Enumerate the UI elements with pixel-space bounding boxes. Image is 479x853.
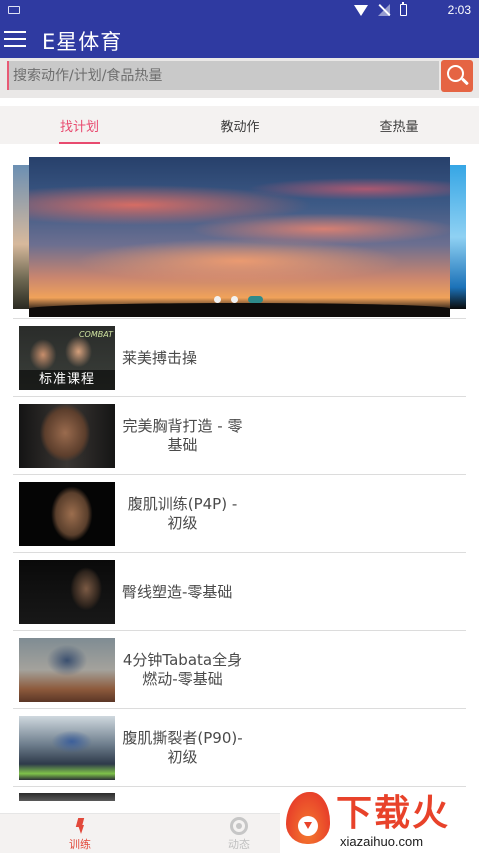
hamburger-menu-icon[interactable] bbox=[4, 28, 28, 50]
plan-thumbnail: COMBAT 标准课程 bbox=[19, 326, 115, 390]
battery-icon bbox=[400, 2, 407, 16]
list-item[interactable]: 臀线塑造-零基础 bbox=[13, 552, 466, 630]
status-icons bbox=[354, 2, 407, 16]
list-item[interactable]: 完美胸背打造 - 零基础 bbox=[13, 396, 466, 474]
watermark-logo: 下载火 xiazaihuo.com bbox=[280, 788, 479, 853]
plan-thumbnail bbox=[19, 482, 115, 546]
banner-prev-slide bbox=[13, 165, 30, 309]
list-item[interactable]: 腹肌撕裂者(P90)-初级 bbox=[13, 708, 466, 786]
nav-item-feed[interactable]: 动态 bbox=[199, 814, 279, 853]
plan-title: 腹肌训练(P4P) - 初级 bbox=[127, 495, 238, 532]
plan-title: 完美胸背打造 - 零基础 bbox=[122, 417, 243, 454]
carousel-dot[interactable] bbox=[214, 296, 221, 303]
thumb-label: 标准课程 bbox=[19, 370, 115, 390]
list-item[interactable]: COMBAT 标准课程 莱美搏击操 bbox=[13, 318, 466, 396]
plan-title: 莱美搏击操 bbox=[122, 348, 198, 367]
plan-list: COMBAT 标准课程 莱美搏击操 完美胸背打造 - 零基础 腹肌训练(P4P)… bbox=[13, 318, 466, 806]
tab-bar: 找计划 教动作 查热量 bbox=[0, 106, 479, 144]
plan-thumbnail bbox=[19, 716, 115, 780]
watermark-text: 下载火 bbox=[336, 793, 451, 834]
banner-next-slide bbox=[449, 165, 466, 309]
search-bar bbox=[0, 58, 479, 98]
list-item[interactable]: 腹肌训练(P4P) - 初级 bbox=[13, 474, 466, 552]
search-input[interactable] bbox=[7, 61, 439, 90]
watermark-url: xiazaihuo.com bbox=[340, 834, 424, 849]
wifi-icon bbox=[354, 4, 368, 16]
thumb-brand: COMBAT bbox=[78, 330, 113, 339]
plan-thumbnail bbox=[19, 638, 115, 702]
plan-thumbnail bbox=[19, 793, 115, 801]
carousel-dot[interactable] bbox=[231, 296, 238, 303]
nav-label: 训练 bbox=[69, 838, 91, 851]
nav-label: 动态 bbox=[228, 838, 250, 851]
plan-title: 4分钟Tabata全身燃动-零基础 bbox=[122, 651, 243, 688]
banner-image[interactable] bbox=[29, 157, 450, 317]
plan-title: 腹肌撕裂者(P90)-初级 bbox=[122, 729, 243, 766]
tab-find-plan[interactable]: 找计划 bbox=[59, 106, 100, 144]
tab-check-calories[interactable]: 查热量 bbox=[378, 106, 420, 144]
plan-title: 臀线塑造-零基础 bbox=[122, 582, 233, 601]
nav-item-train[interactable]: 训练 bbox=[40, 814, 120, 853]
search-button[interactable] bbox=[441, 60, 473, 92]
flame-logo-icon bbox=[286, 792, 330, 844]
status-bar: 2:03 bbox=[0, 0, 479, 22]
compass-icon bbox=[230, 817, 248, 835]
list-item[interactable]: 4分钟Tabata全身燃动-零基础 bbox=[13, 630, 466, 708]
tab-teach-moves[interactable]: 教动作 bbox=[219, 106, 261, 144]
no-signal-icon bbox=[378, 4, 390, 16]
plan-thumbnail bbox=[19, 404, 115, 468]
status-time: 2:03 bbox=[447, 3, 471, 17]
carousel-indicator bbox=[214, 296, 263, 303]
app-bar: E星体育 bbox=[0, 22, 479, 58]
banner-carousel[interactable] bbox=[0, 150, 479, 320]
notification-icon bbox=[8, 6, 20, 14]
app-title: E星体育 bbox=[42, 30, 123, 54]
carousel-dot-active[interactable] bbox=[248, 296, 263, 303]
lightning-icon bbox=[74, 818, 86, 834]
plan-thumbnail bbox=[19, 560, 115, 624]
